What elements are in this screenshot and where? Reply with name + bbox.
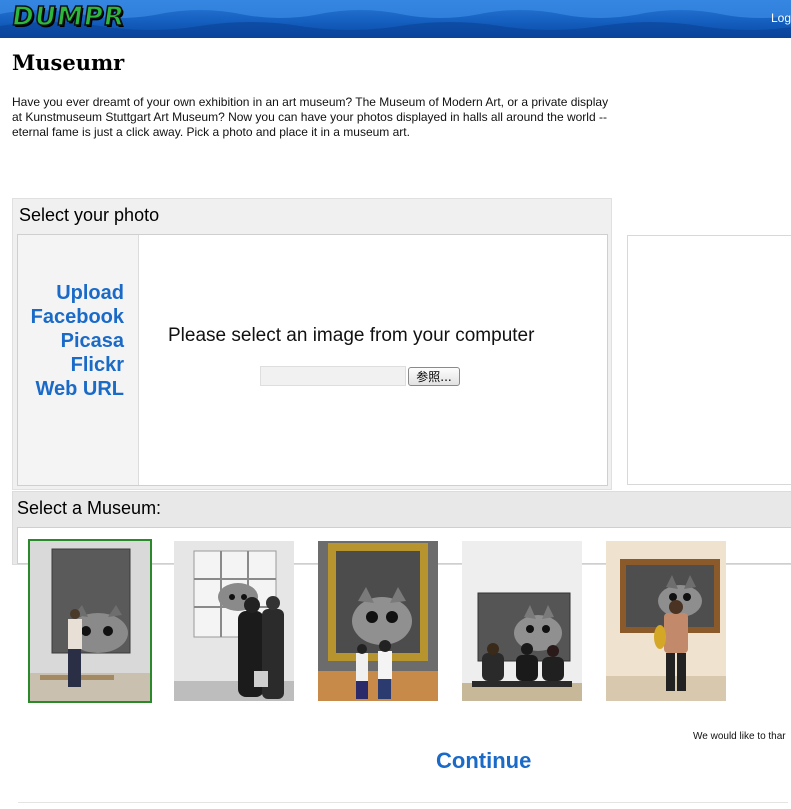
select-photo-heading: Select your photo bbox=[19, 205, 160, 225]
museum-scene-5-image bbox=[606, 541, 726, 701]
file-path-input[interactable] bbox=[260, 366, 406, 386]
museum-scene-2-image bbox=[174, 541, 294, 701]
thanks-text: We would like to thar bbox=[693, 731, 786, 742]
source-flickr-link[interactable]: Flickr bbox=[18, 353, 124, 377]
upload-prompt: Please select an image from your compute… bbox=[168, 325, 535, 346]
select-photo-panel: Select your photo Upload Facebook Picasa… bbox=[12, 198, 612, 490]
museum-thumb-4[interactable] bbox=[462, 541, 582, 701]
museum-thumb-5[interactable] bbox=[606, 541, 726, 701]
museum-scene-1-image bbox=[30, 541, 150, 701]
photo-preview-box bbox=[627, 235, 791, 485]
museum-thumb-3[interactable] bbox=[318, 541, 438, 701]
photo-source-container: Upload Facebook Picasa Flickr Web URL Pl… bbox=[17, 234, 608, 486]
museum-thumb-2[interactable] bbox=[174, 541, 294, 701]
source-facebook-link[interactable]: Facebook bbox=[18, 305, 124, 329]
source-upload-link[interactable]: Upload bbox=[18, 281, 124, 305]
dumpr-logo[interactable]: DUMPR bbox=[9, 1, 127, 34]
photo-source-menu: Upload Facebook Picasa Flickr Web URL bbox=[18, 235, 139, 485]
select-museum-heading: Select a Museum: bbox=[17, 498, 162, 518]
login-link[interactable]: Log bbox=[771, 11, 791, 25]
museum-scene-3-image bbox=[318, 541, 438, 701]
continue-button[interactable]: Continue bbox=[436, 748, 531, 774]
footer-divider bbox=[18, 802, 788, 803]
page-title: Museumr bbox=[12, 50, 125, 75]
source-picasa-link[interactable]: Picasa bbox=[18, 329, 124, 353]
header-bar: DUMPR Log bbox=[0, 0, 791, 38]
source-web-url-link[interactable]: Web URL bbox=[18, 377, 124, 401]
browse-button[interactable]: 参照... bbox=[408, 367, 460, 386]
museum-thumb-1[interactable] bbox=[28, 539, 152, 703]
intro-description: Have you ever dreamt of your own exhibit… bbox=[12, 95, 609, 139]
upload-area: Please select an image from your compute… bbox=[140, 235, 607, 485]
museum-scene-4-image bbox=[462, 541, 582, 701]
